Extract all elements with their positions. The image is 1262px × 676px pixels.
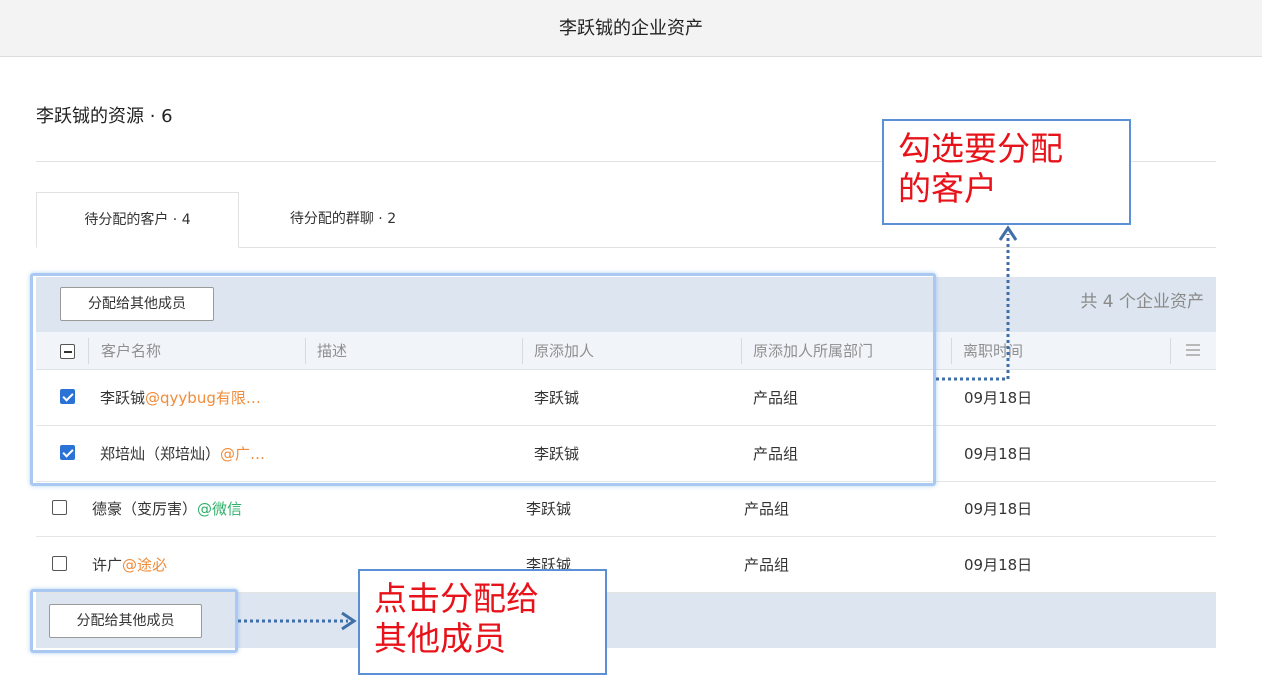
assign-members-callout: 点击分配给 其他成员	[358, 569, 607, 675]
annotation-arrows	[238, 225, 1018, 631]
arrow-to-select-callout	[936, 234, 1010, 381]
select-customers-callout: 勾选要分配 的客户	[882, 119, 1131, 225]
